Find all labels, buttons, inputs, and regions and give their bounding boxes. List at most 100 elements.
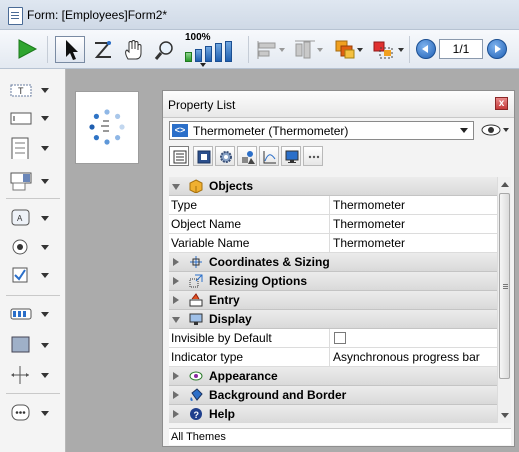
palette-checkbox-tool[interactable] <box>10 263 62 287</box>
play-icon <box>18 39 38 59</box>
group-coordinates-sizing[interactable]: Coordinates & Sizing <box>169 253 497 272</box>
invisible-by-default-checkbox[interactable] <box>334 332 346 344</box>
paint-bucket-icon <box>190 388 203 401</box>
group-resizing-options[interactable]: Resizing Options <box>169 272 497 291</box>
object-type-icon: <> <box>172 124 188 137</box>
spinner-icon <box>89 109 125 145</box>
thermometer-object[interactable] <box>75 91 139 164</box>
layers-icon <box>335 40 355 59</box>
property-value[interactable]: Thermometer <box>333 198 405 212</box>
chevron-down-icon <box>41 116 49 121</box>
next-page-button[interactable] <box>487 39 507 59</box>
zoom-marker-icon <box>200 63 206 67</box>
property-value[interactable]: Thermometer <box>333 217 405 231</box>
property-list-title: Property List <box>168 98 236 112</box>
palette-separator <box>6 198 60 199</box>
display-icon <box>189 313 203 325</box>
hand-tool-button[interactable] <box>118 36 146 63</box>
align-objects-button[interactable] <box>252 36 286 63</box>
svg-text:?: ? <box>194 410 200 420</box>
group-background-border[interactable]: Background and Border <box>169 386 497 405</box>
chevron-down-icon <box>279 48 285 52</box>
group-display[interactable]: Display <box>169 310 497 329</box>
object-level-button[interactable] <box>330 36 364 63</box>
resize-icon <box>189 274 203 288</box>
chevron-down-icon <box>357 48 363 52</box>
property-name: Type <box>171 198 198 212</box>
zoom-level-control[interactable]: 100% <box>185 32 245 67</box>
property-grid: Objects Type Thermometer Object Name The… <box>169 177 497 423</box>
tab-graph[interactable] <box>259 146 279 166</box>
collapse-triangle-icon <box>172 184 180 190</box>
entry-order-tool-button[interactable] <box>88 36 116 63</box>
collapse-triangle-icon <box>172 317 180 323</box>
select-tool-button[interactable] <box>55 36 85 63</box>
input-field-icon <box>10 112 32 125</box>
close-icon[interactable]: x <box>495 97 508 110</box>
property-row[interactable]: Variable Name Thermometer <box>169 234 497 253</box>
window-title-bar: Form: [Employees]Form2* <box>0 0 519 30</box>
button-icon: A <box>11 209 30 226</box>
palette-splitter-tool[interactable] <box>10 363 62 387</box>
tab-shapes[interactable] <box>237 146 257 166</box>
tab-more[interactable] <box>303 146 323 166</box>
group-label: Objects <box>209 179 254 193</box>
property-row[interactable]: Type Thermometer <box>169 196 497 215</box>
palette-radio-tool[interactable] <box>10 235 62 259</box>
palette-text-tool[interactable]: T <box>10 78 62 102</box>
column-divider <box>329 215 330 234</box>
property-row[interactable]: Indicator type Asynchronous progress bar <box>169 348 497 367</box>
form-editor-toolbar: 100% 1/1 <box>0 30 519 69</box>
run-form-button[interactable] <box>14 36 40 63</box>
column-divider <box>329 329 330 348</box>
chevron-down-icon <box>41 411 49 416</box>
toolbar-separator <box>409 36 410 63</box>
zoom-bar-icon <box>215 43 222 62</box>
group-entry[interactable]: Entry <box>169 291 497 310</box>
palette-plugin-tool[interactable] <box>10 401 62 425</box>
group-objects-button[interactable] <box>368 36 406 63</box>
chevron-down-icon <box>41 146 49 151</box>
property-row[interactable]: Object Name Thermometer <box>169 215 497 234</box>
property-value[interactable]: Asynchronous progress bar <box>333 350 480 364</box>
scroll-down-arrow-icon[interactable] <box>501 413 509 418</box>
property-row[interactable]: Invisible by Default <box>169 329 497 348</box>
tab-display[interactable] <box>281 146 301 166</box>
splitter-icon <box>11 366 29 384</box>
group-objects[interactable]: Objects <box>169 177 497 196</box>
palette-button-tool[interactable]: A <box>10 206 62 230</box>
property-list-panel: Property List x <> Thermometer (Thermome… <box>162 90 515 447</box>
objects-cube-icon <box>189 179 203 193</box>
view-options-button[interactable] <box>481 122 511 138</box>
palette-menu-tool[interactable] <box>10 169 62 193</box>
palette-indicator-tool[interactable] <box>10 302 62 326</box>
palette-field-tool[interactable] <box>10 106 62 130</box>
object-selector-dropdown[interactable]: <> Thermometer (Thermometer) <box>169 121 474 140</box>
zoom-level-label: 100% <box>185 32 211 43</box>
expand-triangle-icon <box>173 258 179 266</box>
group-appearance[interactable]: Appearance <box>169 367 497 386</box>
group-help[interactable]: ? Help <box>169 405 497 423</box>
property-value[interactable]: Thermometer <box>333 236 405 250</box>
themes-filter[interactable]: All Themes <box>169 428 511 445</box>
chevron-down-icon <box>41 88 49 93</box>
distribute-objects-button[interactable] <box>290 36 324 63</box>
tab-all-properties[interactable] <box>169 146 189 166</box>
tab-settings[interactable] <box>215 146 235 166</box>
palette-rectangle-tool[interactable] <box>10 333 62 357</box>
palette-list-tool[interactable] <box>10 136 62 160</box>
chevron-down-icon <box>317 48 323 52</box>
zoom-tool-button[interactable] <box>150 36 178 63</box>
scroll-up-arrow-icon[interactable] <box>501 182 509 187</box>
page-indicator[interactable]: 1/1 <box>439 39 483 59</box>
previous-page-button[interactable] <box>416 39 436 59</box>
chevron-down-icon <box>41 343 49 348</box>
distribute-icon <box>295 40 315 59</box>
property-name: Variable Name <box>171 236 250 250</box>
property-grid-scrollbar[interactable] <box>497 177 511 423</box>
help-icon: ? <box>190 408 202 420</box>
radio-button-icon <box>12 239 28 255</box>
expand-triangle-icon <box>173 296 179 304</box>
tab-objects[interactable] <box>193 146 213 166</box>
scrollbar-thumb[interactable] <box>499 193 510 379</box>
